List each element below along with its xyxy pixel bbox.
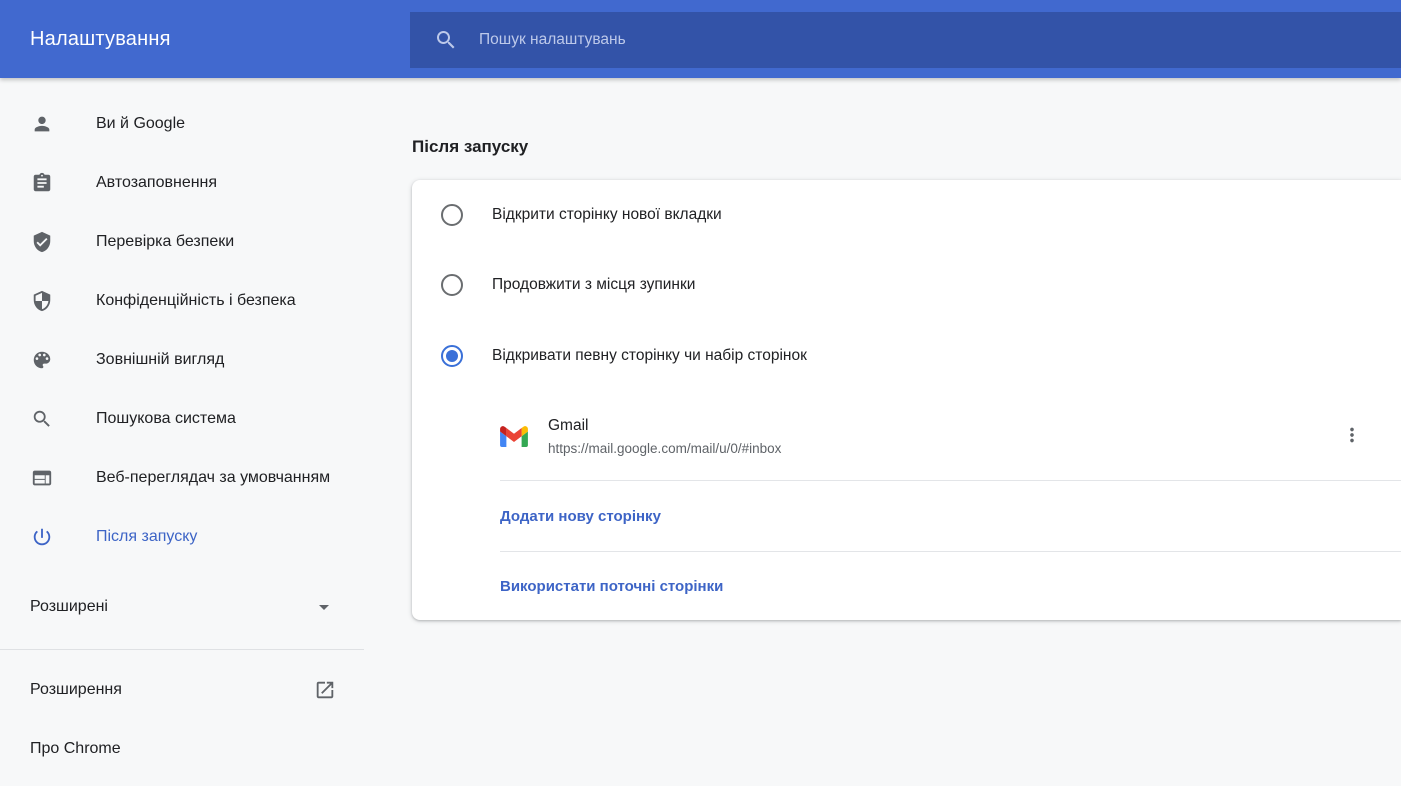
sidebar-item-autofill[interactable]: Автозаповнення [0,153,364,212]
sidebar-item-label: Конфіденційність і безпека [96,292,296,310]
sidebar-item-extensions[interactable]: Розширення [0,660,364,719]
more-actions-button[interactable] [1334,418,1370,454]
sidebar-item-label: Після запуску [96,528,197,546]
shield-half-icon [30,289,54,313]
sidebar-item-label: Веб-переглядач за умовчанням [96,469,330,487]
startup-page-title: Gmail [548,417,781,435]
sidebar-item-label: Зовнішній вигляд [96,351,224,369]
chevron-down-icon [312,595,336,619]
radio-option-open-specific-pages[interactable]: Відкривати певну сторінку чи набір сторі… [412,320,1401,392]
radio-option-label: Відкривати певну сторінку чи набір сторі… [492,347,807,365]
search-icon [434,28,458,52]
sidebar-item-about-chrome[interactable]: Про Chrome [0,719,364,778]
sidebar-item-label: Ви й Google [96,115,185,133]
sidebar-item-privacy-security[interactable]: Конфіденційність і безпека [0,271,364,330]
use-current-pages-row: Використати поточні сторінки [412,552,1401,620]
shield-check-icon [30,230,54,254]
sidebar-item-you-and-google[interactable]: Ви й Google [0,94,364,153]
clipboard-icon [30,171,54,195]
startup-page-info: Gmail https://mail.google.com/mail/u/0/#… [548,417,781,456]
radio-button[interactable] [441,204,463,226]
sidebar-divider [0,649,364,650]
radio-button[interactable] [441,345,463,367]
browser-icon [30,466,54,490]
radio-option-open-new-tab[interactable]: Відкрити сторінку нової вкладки [412,180,1401,250]
power-icon [30,525,54,549]
sidebar-item-on-startup[interactable]: Після запуску [0,507,364,566]
sidebar-item-default-browser[interactable]: Веб-переглядач за умовчанням [0,448,364,507]
sidebar-advanced-toggle[interactable]: Розширені [0,580,364,634]
radio-option-label: Продовжити з місця зупинки [492,276,695,294]
about-chrome-label: Про Chrome [30,740,121,758]
more-vert-icon [1341,424,1363,449]
person-icon [30,112,54,136]
radio-button[interactable] [441,274,463,296]
on-startup-card: Відкрити сторінку нової вкладки Продовжи… [412,180,1401,620]
settings-content: Ви й Google Автозаповнення Перевірка без… [0,78,1401,786]
radio-option-continue[interactable]: Продовжити з місця зупинки [412,250,1401,320]
section-title: Після запуску [412,137,1401,157]
page-title: Налаштування [30,28,171,51]
extensions-label: Розширення [30,681,122,699]
search-icon [30,407,54,431]
sidebar-item-search-engine[interactable]: Пошукова система [0,389,364,448]
use-current-pages-link[interactable]: Використати поточні сторінки [500,578,723,595]
palette-icon [30,348,54,372]
sidebar-item-safety-check[interactable]: Перевірка безпеки [0,212,364,271]
sidebar-item-label: Автозаповнення [96,174,217,192]
settings-main: Після запуску Відкрити сторінку нової вк… [364,78,1401,786]
open-in-new-icon [314,679,336,701]
advanced-label: Розширені [30,598,108,616]
sidebar-item-appearance[interactable]: Зовнішній вигляд [0,330,364,389]
sidebar-item-label: Перевірка безпеки [96,233,234,251]
settings-sidebar: Ви й Google Автозаповнення Перевірка без… [0,78,364,786]
settings-search-box[interactable] [410,12,1401,68]
sidebar-item-label: Пошукова система [96,410,236,428]
startup-page-row: Gmail https://mail.google.com/mail/u/0/#… [412,392,1401,480]
startup-page-url: https://mail.google.com/mail/u/0/#inbox [548,441,781,456]
gmail-icon [500,426,528,447]
settings-header: Налаштування [0,0,1401,78]
add-new-page-link[interactable]: Додати нову сторінку [500,508,661,525]
search-input[interactable] [479,31,1156,49]
radio-option-label: Відкрити сторінку нової вкладки [492,206,722,224]
add-new-page-row: Додати нову сторінку [412,481,1401,551]
